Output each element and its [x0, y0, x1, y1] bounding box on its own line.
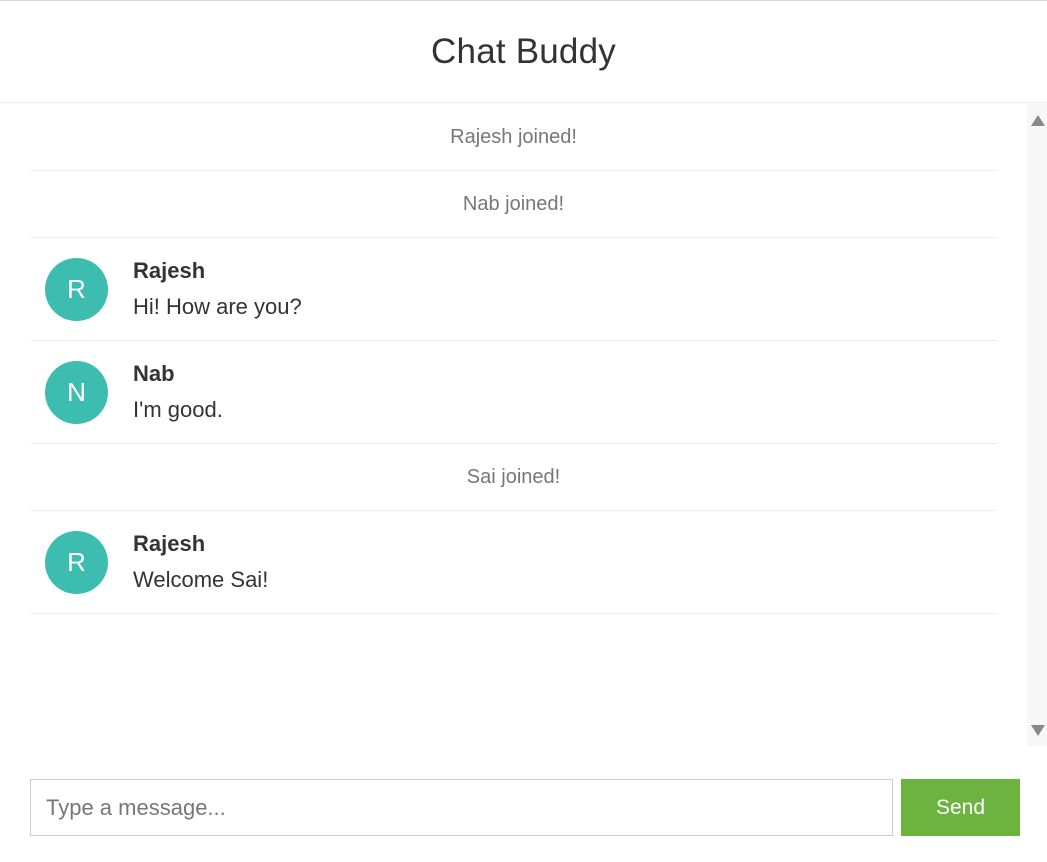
message-body: Rajesh Welcome Sai!: [133, 531, 268, 593]
chat-message: N Nab I'm good.: [30, 341, 997, 444]
message-input[interactable]: [30, 779, 893, 836]
message-body: Rajesh Hi! How are you?: [133, 258, 302, 320]
message-list: Rajesh joined! Nab joined! R Rajesh Hi! …: [30, 104, 997, 746]
app-header: Chat Buddy: [0, 1, 1047, 103]
triangle-up-icon[interactable]: [1031, 115, 1045, 126]
chat-message: R Rajesh Welcome Sai!: [30, 511, 997, 614]
avatar: R: [45, 530, 108, 594]
chat-app: Chat Buddy Rajesh joined! Nab joined! R …: [0, 0, 1047, 862]
message-scrollbar[interactable]: [1027, 104, 1047, 746]
message-body: Nab I'm good.: [133, 361, 223, 423]
event-text: Rajesh joined!: [450, 125, 577, 148]
message-text: I'm good.: [133, 397, 223, 422]
avatar: N: [45, 360, 108, 424]
triangle-down-icon[interactable]: [1031, 725, 1045, 736]
message-author: Nab: [133, 361, 175, 386]
join-event: Sai joined!: [30, 444, 997, 511]
message-author: Rajesh: [133, 258, 206, 283]
app-title: Chat Buddy: [431, 31, 616, 71]
join-event: Rajesh joined!: [30, 104, 997, 171]
event-text: Nab joined!: [462, 192, 565, 215]
join-event: Nab joined!: [30, 171, 997, 238]
message-author: Rajesh: [133, 531, 206, 556]
message-text: Hi! How are you?: [133, 294, 302, 319]
avatar: R: [45, 257, 108, 321]
event-text: Sai joined!: [466, 465, 561, 488]
message-composer: Send: [30, 779, 1020, 836]
message-text: Welcome Sai!: [133, 567, 269, 592]
send-button[interactable]: Send: [901, 779, 1020, 836]
chat-message: R Rajesh Hi! How are you?: [30, 238, 997, 341]
